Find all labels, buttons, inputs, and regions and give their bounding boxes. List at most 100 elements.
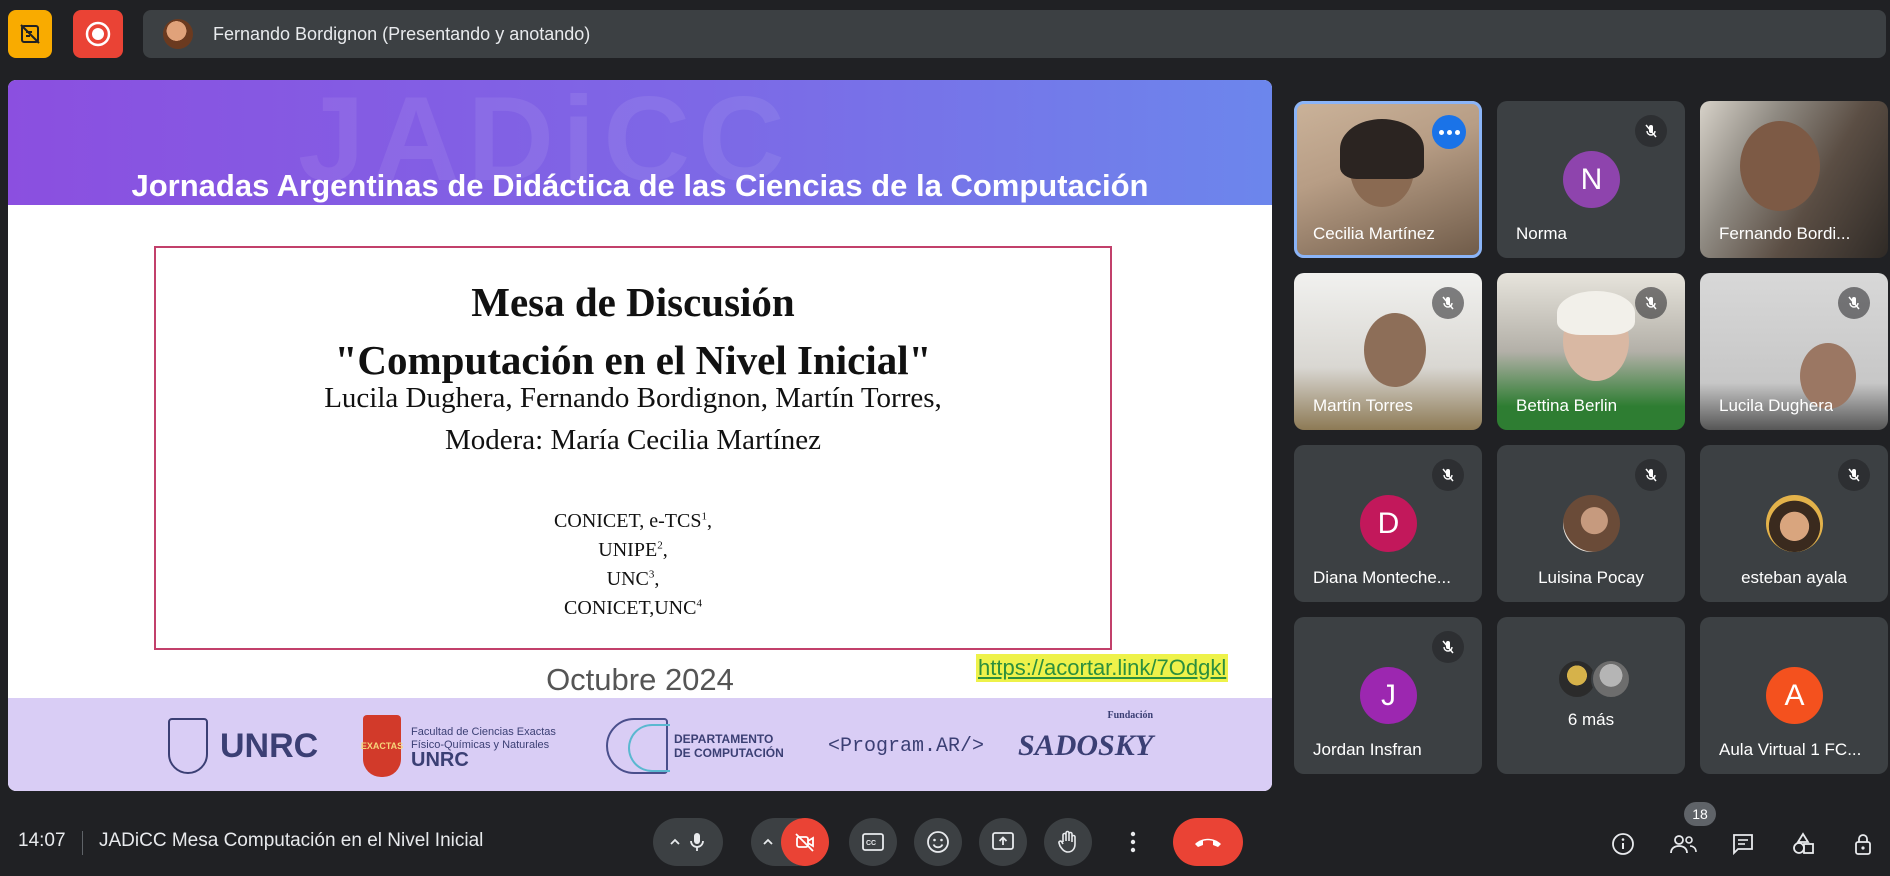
- hand-icon: [1058, 830, 1076, 853]
- participant-count-badge: 18: [1684, 802, 1716, 826]
- present-button[interactable]: [979, 818, 1027, 866]
- participant-tile-luisina[interactable]: Luisina Pocay: [1497, 445, 1685, 602]
- stop-presenting-button[interactable]: [73, 10, 123, 58]
- affiliation-4: CONICET,UNC4: [564, 597, 702, 619]
- chevron-up-icon[interactable]: [761, 835, 775, 849]
- participant-name: Fernando Bordi...: [1719, 224, 1851, 243]
- participant-tile-esteban[interactable]: esteban ayala: [1700, 445, 1888, 602]
- exactas-logo: EXACTAS Facultad de Ciencias Exactas Fís…: [361, 715, 556, 777]
- mic-off-icon: [1838, 287, 1870, 319]
- participant-name: Aula Virtual 1 FC...: [1719, 740, 1862, 759]
- affiliation-3: UNC3,: [606, 568, 660, 590]
- slide-authors: Lucila Dughera, Fernando Bordignon, Mart…: [324, 382, 942, 414]
- participant-tile-bettina[interactable]: Bettina Berlin: [1497, 273, 1685, 430]
- affiliation-1: CONICET, e-TCS1,: [554, 510, 712, 532]
- leave-call-button[interactable]: [1173, 818, 1243, 866]
- presenter-bar: Fernando Bordignon (Presentando y anotan…: [143, 10, 1886, 58]
- camera-off-button[interactable]: [781, 818, 829, 866]
- meeting-title: JADiCC Mesa Computación en el Nivel Inic…: [99, 830, 484, 851]
- more-participants-label: 6 más: [1567, 710, 1615, 729]
- participant-tile-cecilia[interactable]: Cecilia Martínez: [1294, 101, 1482, 258]
- participant-tile-jordan[interactable]: J Jordan Insfran: [1294, 617, 1482, 774]
- more-options-button[interactable]: [1109, 818, 1157, 866]
- mic-icon[interactable]: [686, 831, 708, 853]
- mic-off-icon: [1635, 287, 1667, 319]
- participant-initial: J: [1360, 667, 1417, 724]
- presenter-label: Fernando Bordignon (Presentando y anotan…: [213, 23, 591, 44]
- activities-button[interactable]: [1785, 826, 1821, 862]
- participant-tile-aula-virtual[interactable]: A Aula Virtual 1 FC...: [1700, 617, 1888, 774]
- slide-footer-logos: UNRC EXACTAS Facultad de Ciencias Exacta…: [8, 698, 1272, 791]
- more-participants-tile[interactable]: 6 más: [1497, 617, 1685, 774]
- chat-icon: [1733, 834, 1753, 856]
- participant-avatar: [1766, 495, 1823, 552]
- participant-video: [1740, 121, 1820, 211]
- slide-title: Mesa de Discusión: [471, 279, 795, 325]
- people-icon: [1670, 835, 1697, 854]
- present-screen-icon: [992, 832, 1014, 850]
- emoji-icon: [927, 831, 949, 853]
- shapes-icon: [1793, 832, 1814, 854]
- reactions-button[interactable]: [914, 818, 962, 866]
- exactas-shield-icon: EXACTAS: [361, 715, 403, 777]
- info-icon: [1612, 833, 1634, 855]
- captions-icon: CC: [862, 833, 884, 851]
- divider: [82, 831, 83, 855]
- mic-off-icon: [1838, 459, 1870, 491]
- participant-initial: D: [1360, 495, 1417, 552]
- mic-off-icon: [1432, 287, 1464, 319]
- participant-tile-martin[interactable]: Martín Torres: [1294, 273, 1482, 430]
- participant-tile-lucila[interactable]: Lucila Dughera: [1700, 273, 1888, 430]
- participant-name: Cecilia Martínez: [1313, 224, 1435, 243]
- unrc-shield-icon: [168, 718, 208, 774]
- svg-text:CC: CC: [866, 840, 876, 847]
- more-participants-avatars: [1557, 659, 1631, 699]
- participant-name: Jordan Insfran: [1313, 740, 1422, 759]
- slide-header-title: Jornadas Argentinas de Didáctica de las …: [131, 168, 1149, 203]
- participant-tile-diana[interactable]: D Diana Monteche...: [1294, 445, 1482, 602]
- participant-name: Bettina Berlin: [1516, 396, 1618, 415]
- affiliation-2: UNIPE2,: [598, 539, 668, 561]
- captions-button[interactable]: CC: [849, 818, 897, 866]
- participant-initial: A: [1766, 667, 1823, 724]
- program-ar-logo: <Program.AR/>: [828, 734, 985, 758]
- stop-annotation-button[interactable]: [8, 10, 52, 58]
- slide-moderator: Modera: María Cecilia Martínez: [444, 424, 822, 456]
- participant-name: esteban ayala: [1741, 568, 1847, 587]
- video-off-icon: [795, 833, 814, 852]
- mic-off-icon: [1635, 115, 1667, 147]
- meeting-details-button[interactable]: [1605, 826, 1641, 862]
- participant-name: Norma: [1516, 224, 1568, 243]
- participant-initial: N: [1563, 151, 1620, 208]
- dc-logo: DEPARTAMENTO DE COMPUTACIÓN: [606, 716, 784, 776]
- participant-name: Luisina Pocay: [1538, 568, 1644, 587]
- slide-header: JADiCC Jornadas Argentinas de Didáctica …: [8, 80, 1272, 205]
- slide-subtitle: "Computación en el Nivel Inicial": [334, 337, 932, 383]
- participant-tile-fernando[interactable]: Fernando Bordi...: [1700, 101, 1888, 258]
- camera-control[interactable]: [751, 818, 829, 866]
- participant-tile-norma[interactable]: N Norma: [1497, 101, 1685, 258]
- mic-off-icon: [1432, 459, 1464, 491]
- chat-button[interactable]: [1725, 826, 1761, 862]
- hang-up-icon: [1195, 838, 1221, 847]
- record-icon: [85, 21, 111, 47]
- people-button[interactable]: [1665, 826, 1701, 862]
- presentation-slide: JADiCC Jornadas Argentinas de Didáctica …: [8, 80, 1272, 791]
- participant-avatar: [1563, 495, 1620, 552]
- chevron-up-icon[interactable]: [668, 835, 682, 849]
- lock-person-icon: [1855, 834, 1871, 855]
- more-options-button[interactable]: [1432, 115, 1466, 149]
- participant-video: [1364, 313, 1426, 387]
- microphone-control[interactable]: [653, 818, 723, 866]
- participant-name: Martín Torres: [1313, 396, 1413, 415]
- slide-link[interactable]: https://acortar.link/7Odgkl: [976, 654, 1229, 682]
- host-controls-button[interactable]: [1845, 826, 1881, 862]
- raise-hand-button[interactable]: [1044, 818, 1092, 866]
- sadosky-logo: Fundación SADOSKY: [1018, 710, 1154, 762]
- meet-window: Fernando Bordignon (Presentando y anotan…: [0, 0, 1890, 876]
- slide-content-box: Mesa de Discusión "Computación en el Niv…: [154, 246, 1112, 650]
- dc-mark-icon: [606, 718, 670, 774]
- more-vert-icon: [1130, 831, 1136, 853]
- no-annotate-icon: [20, 24, 40, 44]
- meeting-clock: 14:07: [18, 830, 66, 851]
